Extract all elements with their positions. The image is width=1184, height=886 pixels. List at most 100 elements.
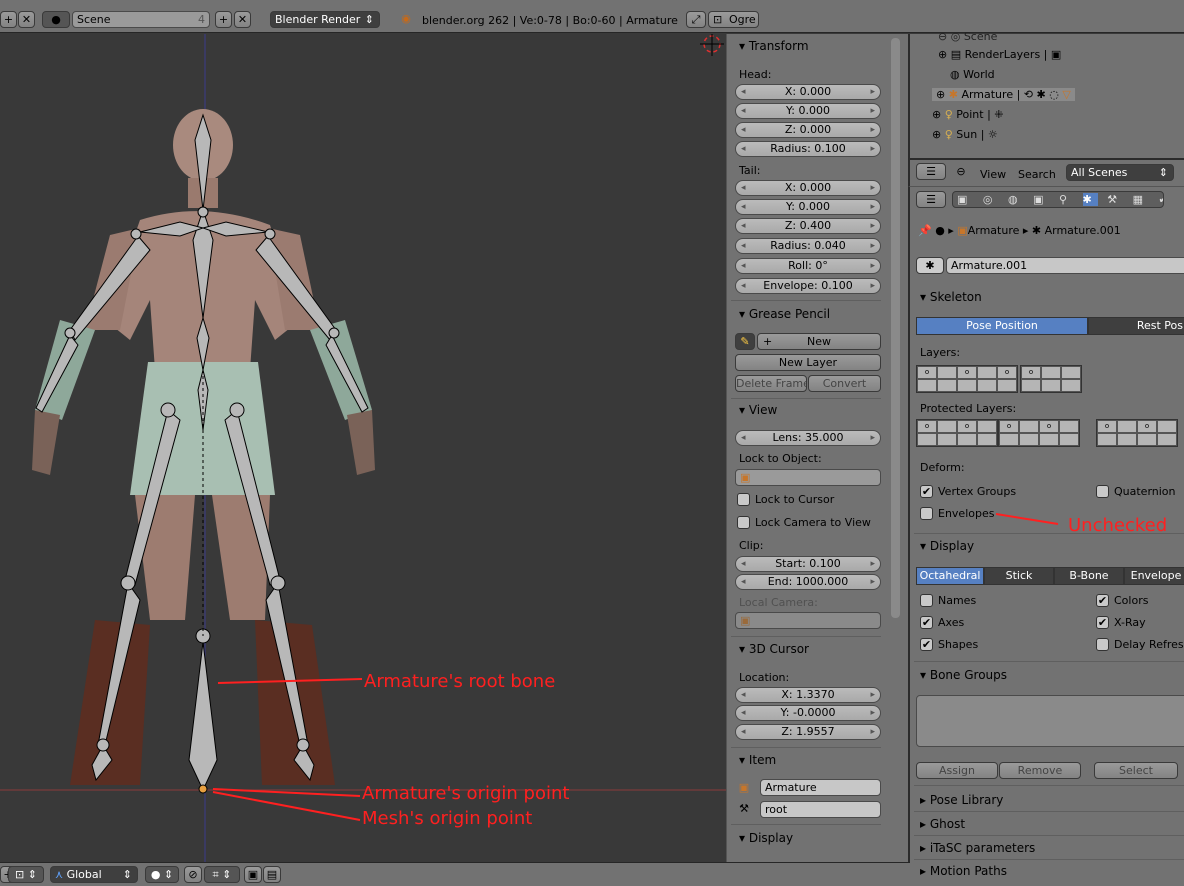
head-x-field[interactable]: X: 0.000	[735, 84, 881, 100]
protected-grid-a[interactable]: oo	[916, 419, 998, 447]
item-panel-header[interactable]: ▾ Item	[739, 753, 776, 767]
head-radius-field[interactable]: Radius: 0.100	[735, 141, 881, 157]
cursor-y-field[interactable]: Y: -0.0000	[735, 705, 881, 721]
tail-y-field[interactable]: Y: 0.000	[735, 199, 881, 215]
skeleton-panel-header[interactable]: ▾ Skeleton	[920, 290, 982, 304]
ogre-button[interactable]: ⊡ Ogre	[708, 11, 759, 28]
delete-frame-button[interactable]: Delete Frame	[735, 375, 807, 392]
snap-element-select[interactable]: ⌗ ⇕	[204, 866, 240, 883]
orientation-select[interactable]: ⋏ Global ⇕	[50, 866, 138, 883]
object-name-field[interactable]: Armature	[760, 779, 881, 796]
names-checkbox[interactable]	[920, 594, 933, 607]
view-panel-header[interactable]: ▾ View	[739, 403, 777, 417]
protected-grid-c[interactable]: oo	[1096, 419, 1178, 447]
display-mode-select[interactable]: All Scenes ⇕	[1066, 164, 1174, 181]
snap-toggle-icon[interactable]: ⊘	[184, 866, 202, 883]
outliner-item-world[interactable]: ◍ World	[950, 68, 995, 81]
display-panel-header[interactable]: ▾ Display	[739, 831, 793, 845]
delete-scene-icon[interactable]: ✕	[234, 11, 251, 28]
add-scene-icon[interactable]: +	[215, 11, 232, 28]
protected-grid-b[interactable]: oo	[998, 419, 1080, 447]
pin-icon[interactable]: 📌	[918, 224, 932, 237]
datablock-name-field[interactable]: Armature.001	[946, 257, 1184, 274]
pencil-icon[interactable]: ✎	[735, 333, 755, 350]
grease-pencil-panel-header[interactable]: ▾ Grease Pencil	[739, 307, 830, 321]
clip-end-field[interactable]: End: 1000.000	[735, 574, 881, 590]
3d-cursor-icon[interactable]	[700, 34, 724, 56]
shapes-checkbox[interactable]: ✔	[920, 638, 933, 651]
render-animation-icon[interactable]: ▤	[263, 866, 281, 883]
clip-start-field[interactable]: Start: 0.100	[735, 556, 881, 572]
context-tabs[interactable]: ▣ ◎ ◍ ▣ ⚲ ✱ ⚒ ▦ ✔	[952, 191, 1164, 208]
lock-object-field[interactable]: ▣	[735, 469, 881, 486]
new-layer-button[interactable]: New Layer	[735, 354, 881, 371]
head-z-field[interactable]: Z: 0.000	[735, 122, 881, 138]
stick-button[interactable]: Stick	[984, 567, 1054, 585]
colors-checkbox[interactable]: ✔	[1096, 594, 1109, 607]
outliner-item-renderlayers[interactable]: ⊕ ▤ RenderLayers | ▣	[938, 48, 1061, 61]
layers-grid-left[interactable]: ooo	[916, 365, 1018, 393]
fullscreen-icon[interactable]: ⤢	[686, 11, 706, 28]
add-icon[interactable]: +	[0, 11, 17, 28]
motion-paths-panel-header[interactable]: ▸ Motion Paths	[920, 864, 1007, 878]
cursor-x-field[interactable]: X: 1.3370	[735, 687, 881, 703]
properties-editor-type-icon[interactable]: ☰	[916, 191, 946, 208]
outliner-search-menu[interactable]: Search	[1018, 168, 1056, 181]
roll-field[interactable]: Roll: 0°	[735, 258, 881, 274]
lens-field[interactable]: Lens: 35.000	[735, 430, 881, 446]
collapse-icon[interactable]: ⊖	[954, 165, 968, 179]
envelopes-checkbox[interactable]	[920, 507, 933, 520]
outliner-view-menu[interactable]: View	[980, 168, 1006, 181]
render-engine-select[interactable]: Blender Render ⇕	[270, 11, 380, 28]
select-button[interactable]: Select	[1094, 762, 1178, 779]
itasc-panel-header[interactable]: ▸ iTaSC parameters	[920, 841, 1035, 855]
bone-groups-list[interactable]	[916, 695, 1184, 747]
tail-radius-field[interactable]: Radius: 0.040	[735, 238, 881, 254]
delay-refresh-checkbox[interactable]	[1096, 638, 1109, 651]
outliner-item-point[interactable]: ⊕ ♀ Point | ⁜	[932, 108, 1004, 121]
convert-button[interactable]: Convert	[808, 375, 881, 392]
quaternion-checkbox[interactable]	[1096, 485, 1109, 498]
scene-name-field[interactable]: Scene 4	[72, 11, 210, 28]
tail-x-field[interactable]: X: 0.000	[735, 180, 881, 196]
bbone-button[interactable]: B-Bone	[1054, 567, 1124, 585]
bone-groups-panel-header[interactable]: ▾ Bone Groups	[920, 668, 1007, 682]
xray-checkbox[interactable]: ✔	[1096, 616, 1109, 629]
scene-selector-icon[interactable]: ●	[42, 11, 70, 28]
head-y-field[interactable]: Y: 0.000	[735, 103, 881, 119]
armature-data-icon[interactable]: ✱	[916, 257, 944, 274]
npanel-scrollbar[interactable]	[891, 38, 900, 618]
editor-type-icon[interactable]: ☰	[916, 163, 946, 180]
vertex-groups-checkbox[interactable]: ✔	[920, 485, 933, 498]
outliner-item-scene[interactable]: ⊖ ◎ Scene	[938, 30, 997, 43]
3d-viewport[interactable]: Armature's root bone Armature's origin p…	[0, 34, 726, 862]
pose-library-panel-header[interactable]: ▸ Pose Library	[920, 793, 1003, 807]
ghost-panel-header[interactable]: ▸ Ghost	[920, 817, 965, 831]
remove-button[interactable]: Remove	[999, 762, 1081, 779]
close-icon[interactable]: ✕	[18, 11, 35, 28]
bone-name-field[interactable]: root	[760, 801, 881, 818]
grease-new-button[interactable]: + New	[757, 333, 881, 350]
envelope-field[interactable]: Envelope: 0.100	[735, 278, 881, 294]
3d-cursor-panel-header[interactable]: ▾ 3D Cursor	[739, 642, 809, 656]
lock-cursor-checkbox[interactable]	[737, 493, 750, 506]
tail-z-field[interactable]: Z: 0.400	[735, 218, 881, 234]
outliner-item-armature[interactable]: ⊕ ✱ Armature | ⟲ ✱ ◌ ▽	[932, 88, 1075, 101]
local-camera-field[interactable]: ▣	[735, 612, 881, 629]
render-icon[interactable]: ▣	[244, 866, 262, 883]
envelope-display-button[interactable]: Envelope	[1124, 567, 1184, 585]
outliner-item-sun[interactable]: ⊕ ♀ Sun | ☼	[932, 128, 998, 141]
axes-checkbox[interactable]: ✔	[920, 616, 933, 629]
pivot-select[interactable]: ⊡ ⇕	[8, 866, 44, 883]
assign-button[interactable]: Assign	[916, 762, 998, 779]
cursor-z-field[interactable]: Z: 1.9557	[735, 724, 881, 740]
lock-camera-checkbox[interactable]	[737, 516, 750, 529]
layers-grid-right[interactable]: o	[1020, 365, 1082, 393]
octahedral-button[interactable]: Octahedral	[916, 567, 984, 585]
rest-position-button[interactable]: Rest Pos	[1088, 317, 1184, 335]
display-panel-header[interactable]: ▾ Display	[920, 539, 974, 553]
pose-position-button[interactable]: Pose Position	[916, 317, 1088, 335]
viewport-canvas[interactable]	[0, 34, 726, 862]
transform-panel-header[interactable]: ▾ Transform	[739, 39, 809, 53]
proportional-select[interactable]: ● ⇕	[145, 866, 179, 883]
